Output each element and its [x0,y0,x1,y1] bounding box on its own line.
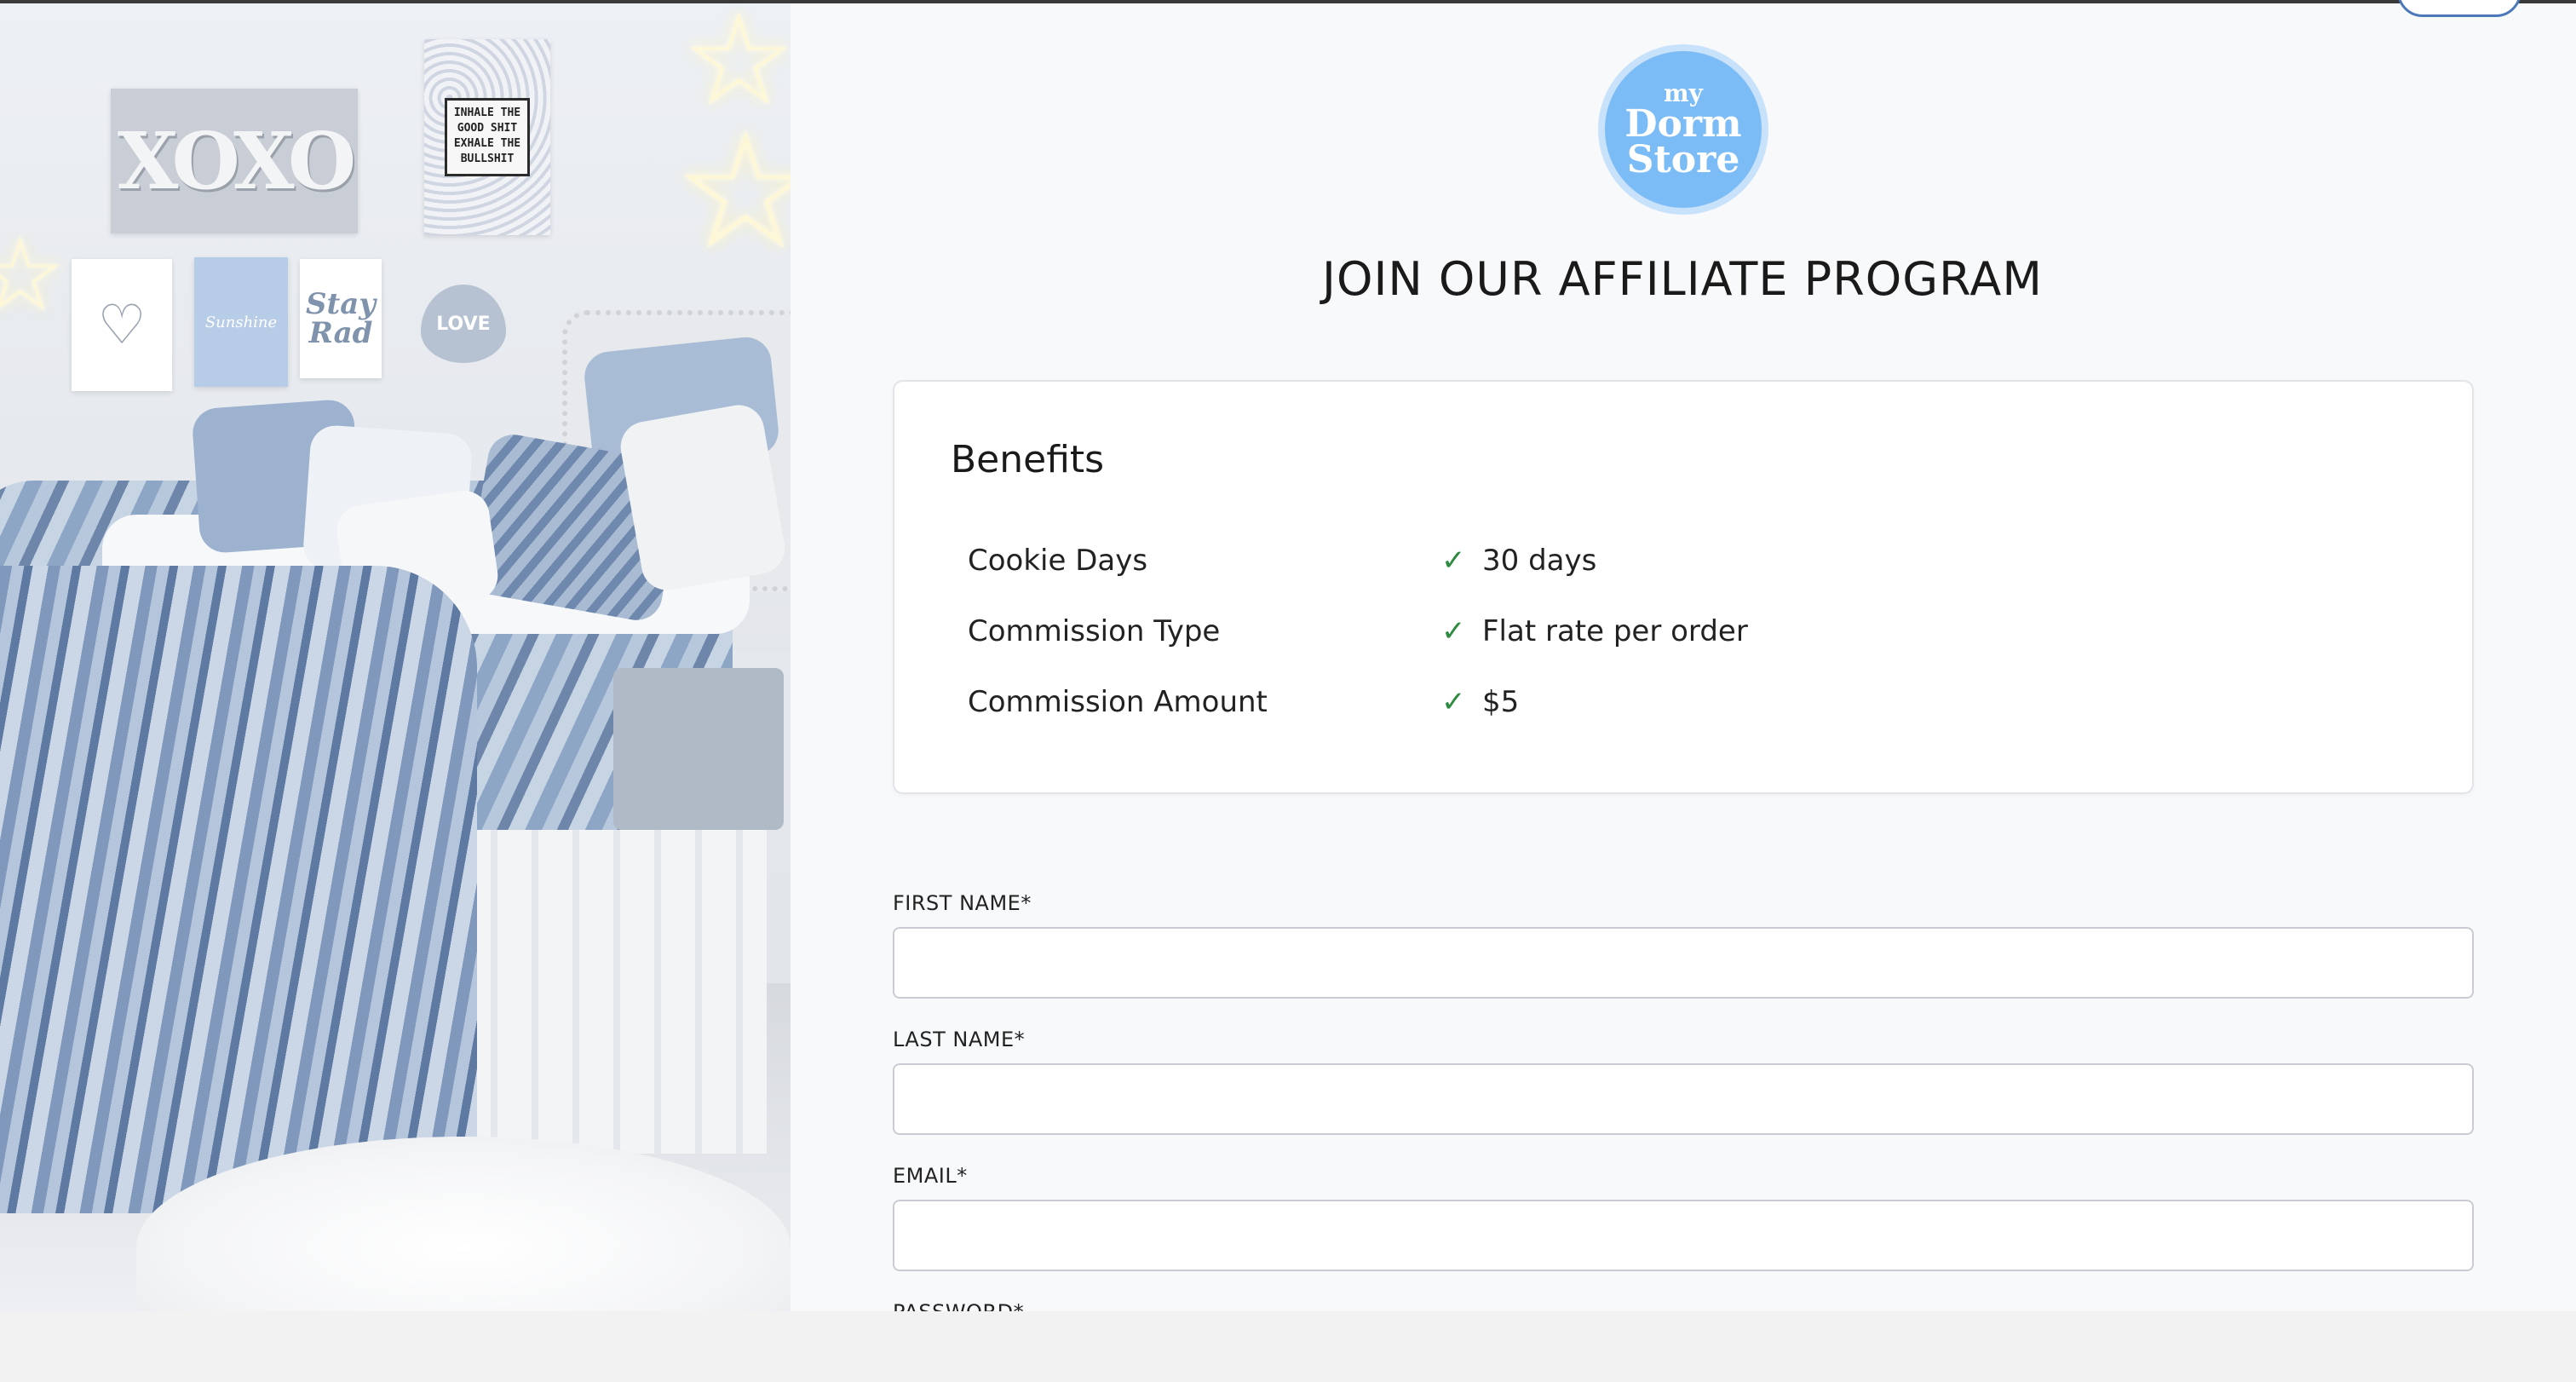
benefit-label: Commission Type [968,614,1221,648]
benefit-value: 30 days [1482,544,1597,578]
mydormstore-logo[interactable]: my Dorm Store [1598,44,1768,215]
benefit-label: Commission Amount [968,685,1268,719]
window-bottom-area [0,1311,2576,1382]
star-light-icon: ☆ [673,97,791,285]
xoxo-wall-art: XOXO [111,89,358,233]
last-name-input[interactable] [893,1063,2474,1135]
password-label: PASSWORD* [893,1300,1024,1311]
benefit-label: Cookie Days [968,544,1148,578]
benefits-card: Benefits Cookie Days ✓ 30 days Commissio… [893,380,2474,794]
last-name-label: LAST NAME* [893,1028,1026,1051]
blue-poster: Sunshine [194,257,288,387]
benefit-value: Flat rate per order [1482,614,1748,648]
email-input[interactable] [893,1200,2474,1271]
pillow [616,400,790,595]
benefit-row-commission-type: Commission Type ✓ Flat rate per order [968,614,2416,665]
benefit-value: $5 [1482,685,1520,719]
inhale-poster: INHALE THE GOOD SHIT EXHALE THE BULLSHIT [424,39,550,235]
first-name-input[interactable] [893,927,2474,999]
bedside-storage [613,668,784,830]
benefit-row-commission-amount: Commission Amount ✓ $5 [968,685,2416,736]
duvet-drape [0,566,477,1213]
benefit-row-cookie-days: Cookie Days ✓ 30 days [968,544,2416,595]
email-label: EMAIL* [893,1164,968,1188]
heart-poster: ♡ [72,259,172,391]
stay-rad-poster: Stay Rad [300,259,382,378]
check-icon: ✓ [1441,685,1466,719]
star-light-icon: ☆ [0,216,66,335]
first-name-label: FIRST NAME* [893,891,1032,915]
page-title: JOIN OUR AFFILIATE PROGRAM [1322,252,2043,306]
check-icon: ✓ [1441,544,1466,578]
hero-dorm-image: XOXO INHALE THE GOOD SHIT EXHALE THE BUL… [0,3,791,1311]
benefits-heading: Benefits [951,438,1105,481]
check-icon: ✓ [1441,614,1466,648]
header-outline-button[interactable] [2397,0,2521,17]
